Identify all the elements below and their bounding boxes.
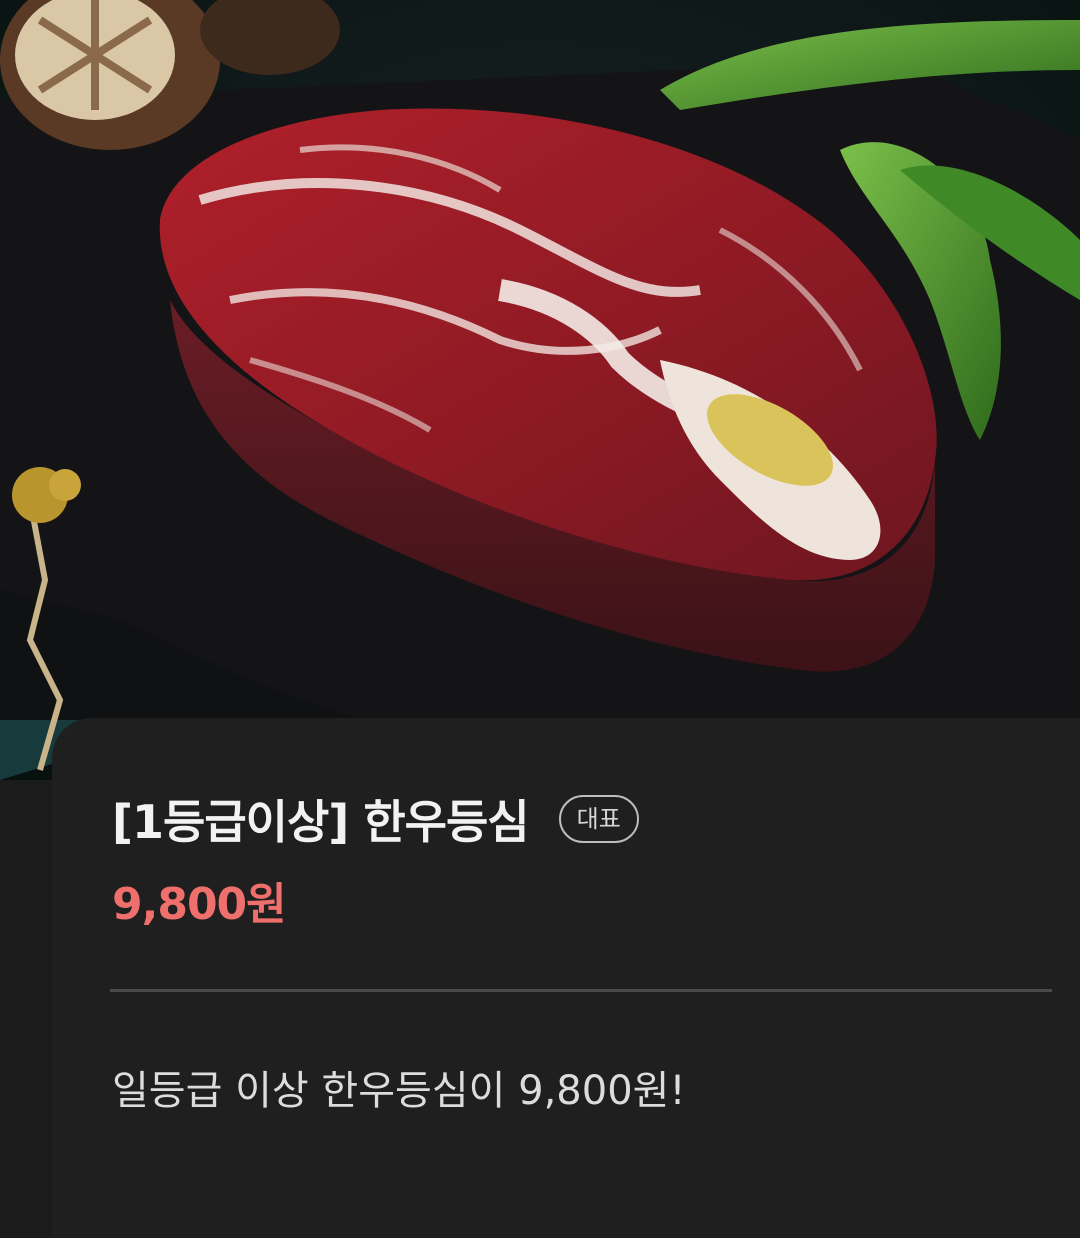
product-info-card: [1등급이상] 한우등심 대표 9,800원 일등급 이상 한우등심이 9,80…	[52, 718, 1080, 1238]
product-price: 9,800원	[112, 879, 287, 930]
product-title: [1등급이상] 한우등심	[112, 795, 530, 849]
representative-badge: 대표	[558, 795, 639, 843]
product-description: 일등급 이상 한우등심이 9,800원!	[112, 1068, 686, 1114]
product-image	[0, 0, 1080, 780]
divider	[110, 989, 1052, 992]
title-row: [1등급이상] 한우등심 대표	[112, 786, 639, 852]
